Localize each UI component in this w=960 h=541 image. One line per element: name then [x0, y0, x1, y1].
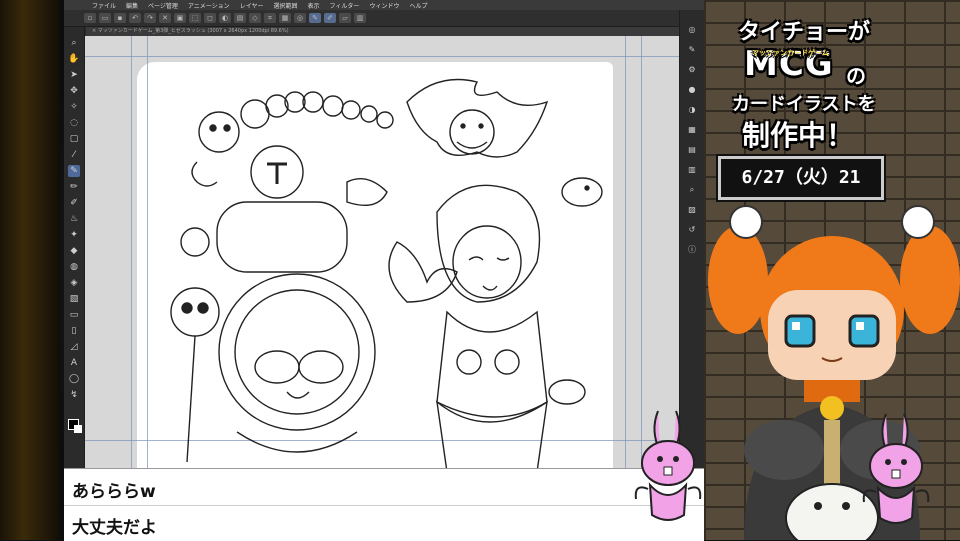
menu-item-window[interactable]: ウィンドウ: [369, 1, 399, 10]
material-icon[interactable]: ▨: [686, 204, 698, 216]
guide-line: [131, 36, 132, 540]
command-bar: ▫ ▭ ▪ ↶ ↷ ✕ ▣ ⬚ ◻ ◐ ▤ ◇ ⌗ ▦ ◎ ✎ ✐ ▱ ▥: [64, 10, 704, 27]
airbrush-icon[interactable]: ♨: [68, 213, 80, 225]
menu-bar: ファイル 編集 ページ管理 アニメーション レイヤー 選択範囲 表示 フィルター…: [64, 0, 704, 10]
navigator-icon[interactable]: ◎: [686, 24, 698, 36]
operation-icon[interactable]: ➤: [68, 69, 80, 81]
pencil-icon[interactable]: ✏: [68, 181, 80, 193]
clip-studio-window: ファイル 編集 ページ管理 アニメーション レイヤー 選択範囲 表示 フィルター…: [64, 0, 704, 540]
robot-knight-drawing: [191, 145, 388, 273]
pen-tool-icon[interactable]: ✎: [68, 165, 80, 177]
move-icon[interactable]: ✥: [68, 85, 80, 97]
sub-tool-icon[interactable]: ✎: [686, 44, 698, 56]
menu-item-selection[interactable]: 選択範囲: [274, 1, 298, 10]
clear-icon[interactable]: ✕: [159, 13, 171, 23]
stream-title: タイチョーが MCG マッツァンカードゲーム の カードイラストを 制作中！: [722, 10, 942, 152]
menu-item-layer[interactable]: レイヤー: [240, 1, 264, 10]
canvas-area[interactable]: [85, 36, 680, 540]
chat-message: あらららw: [72, 482, 156, 502]
text-icon[interactable]: A: [68, 357, 80, 369]
snap-ruler-icon[interactable]: ⌗: [264, 13, 276, 23]
sub-color-swatch[interactable]: [74, 425, 82, 433]
pink-bunny-right: [862, 413, 930, 524]
document-tab[interactable]: × マッツァンカードゲーム_第3弾_ヒゼスラッシュ (3007 x 2640px…: [86, 27, 686, 36]
guide-line: [625, 36, 626, 540]
skull-staff-drawing: [170, 227, 220, 463]
layer-panel-icon[interactable]: ▤: [686, 144, 698, 156]
pen-icon[interactable]: ✎: [309, 13, 321, 23]
tool-property-icon[interactable]: ⚙: [686, 64, 698, 76]
open-file-icon[interactable]: ▭: [99, 13, 111, 23]
fill-icon[interactable]: ▣: [174, 13, 186, 23]
layer-property-icon[interactable]: ▥: [686, 164, 698, 176]
save-icon[interactable]: ▪: [114, 13, 126, 23]
anime-girl-drawing: [436, 184, 548, 482]
feather-wing-drawing: [388, 241, 458, 303]
fish-drawing: [548, 177, 603, 405]
chat-divider: [64, 505, 704, 506]
bat-monster-drawing: [406, 78, 549, 158]
snap-special-icon[interactable]: ◎: [294, 13, 306, 23]
title-mcg-sub: マッツァンカードゲーム: [752, 49, 829, 57]
color-set-icon[interactable]: ▦: [686, 124, 698, 136]
history-icon[interactable]: ↺: [686, 224, 698, 236]
line-art-illustration: [170, 78, 603, 482]
decoration-icon[interactable]: ✦: [68, 229, 80, 241]
title-line-4: 制作中！: [742, 119, 855, 152]
hair-right-tail: [900, 226, 960, 334]
deselect-icon[interactable]: ◻: [204, 13, 216, 23]
caterpillar-drawing: [198, 91, 394, 153]
menu-item-animation[interactable]: アニメーション: [188, 1, 230, 10]
ruler-icon[interactable]: ◿: [68, 341, 80, 353]
selection-icon[interactable]: ▢: [68, 133, 80, 145]
title-line-1: タイチョーが: [738, 20, 871, 45]
invert-icon[interactable]: ◐: [219, 13, 231, 23]
magic-wand-icon[interactable]: ✧: [68, 101, 80, 113]
layer-icon[interactable]: ▥: [354, 13, 366, 23]
tool-palette: ⌕ ✋ ➤ ✥ ✧ ◌ ▢ ⁄ ✎ ✏ ✐ ♨ ✦ ◆ ◍ ◈ ▧ ▭ ▯ ◿ …: [64, 27, 85, 540]
title-line-3: カードイラストを: [732, 94, 876, 115]
round-robot-drawing: [218, 273, 376, 453]
undo-icon[interactable]: ↶: [129, 13, 141, 23]
menu-item-filter[interactable]: フィルター: [330, 1, 360, 10]
fill-tool-icon[interactable]: ◈: [68, 277, 80, 289]
redo-icon[interactable]: ↷: [144, 13, 156, 23]
snap-icon[interactable]: ◇: [249, 13, 261, 23]
transform-icon[interactable]: ⬚: [189, 13, 201, 23]
blend-icon[interactable]: ◍: [68, 261, 80, 273]
figure-icon[interactable]: ▭: [68, 309, 80, 321]
lasso-icon[interactable]: ◌: [68, 117, 80, 129]
eyedropper-icon[interactable]: ⁄: [68, 149, 80, 161]
brush-size-icon[interactable]: ●: [686, 84, 698, 96]
gradient-icon[interactable]: ▧: [68, 293, 80, 305]
eraser-tool-icon[interactable]: ◆: [68, 245, 80, 257]
stream-date: 6/27（火）21: [718, 156, 884, 200]
search-layer-icon[interactable]: ⌕: [686, 184, 698, 196]
title-no: の: [846, 64, 866, 88]
eraser-icon[interactable]: ▱: [339, 13, 351, 23]
hand-icon[interactable]: ✋: [68, 53, 80, 65]
zoom-icon[interactable]: ⌕: [68, 37, 80, 49]
color-wheel-icon[interactable]: ◑: [686, 104, 698, 116]
menu-item-edit[interactable]: 編集: [126, 1, 138, 10]
brush-icon[interactable]: ✐: [324, 13, 336, 23]
info-icon[interactable]: ⓘ: [686, 244, 698, 256]
snap-grid-icon[interactable]: ▦: [279, 13, 291, 23]
hair-left-tail: [708, 226, 768, 334]
menu-item-help[interactable]: ヘルプ: [409, 1, 427, 10]
menu-item-file[interactable]: ファイル: [92, 1, 116, 10]
bezel-left: [0, 0, 60, 540]
new-file-icon[interactable]: ▫: [84, 13, 96, 23]
chat-overlay: あらららw 大丈夫だよ: [64, 468, 704, 541]
menu-item-page[interactable]: ページ管理: [148, 1, 178, 10]
brush-tool-icon[interactable]: ✐: [68, 197, 80, 209]
show-area-icon[interactable]: ▤: [234, 13, 246, 23]
pink-bunny-left: [634, 410, 702, 521]
menu-item-view[interactable]: 表示: [308, 1, 320, 10]
frame-icon[interactable]: ▯: [68, 325, 80, 337]
balloon-icon[interactable]: ◯: [68, 373, 80, 385]
chat-message: 大丈夫だよ: [72, 518, 157, 538]
guide-line: [85, 56, 680, 57]
line-correct-icon[interactable]: ↯: [68, 389, 80, 401]
